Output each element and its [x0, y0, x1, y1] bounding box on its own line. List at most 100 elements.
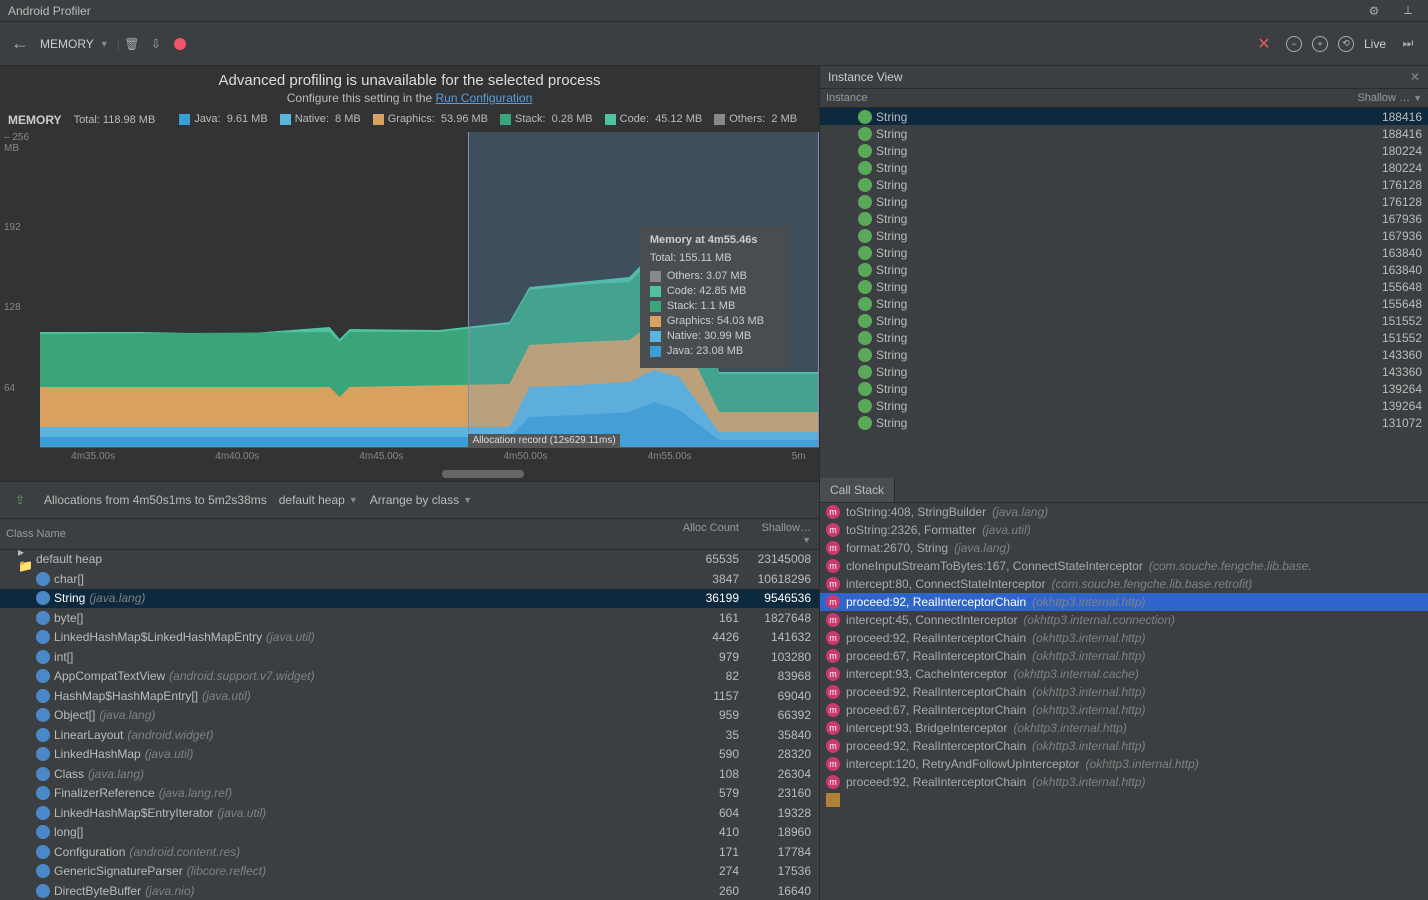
- table-row[interactable]: DirectByteBuffer (java.nio) 26016640: [0, 881, 819, 900]
- table-row[interactable]: LinkedHashMap$EntryIterator (java.util) …: [0, 803, 819, 823]
- instance-row[interactable]: String 163840: [820, 261, 1428, 278]
- memory-chart[interactable]: – 256 MB19212864 Allocation record (12s6…: [0, 132, 819, 467]
- col-instance[interactable]: Instance: [820, 89, 1348, 107]
- heap-selector[interactable]: default heap▼: [279, 493, 358, 507]
- close-panel-icon[interactable]: ✕: [1410, 70, 1420, 84]
- col-instance-shallow[interactable]: Shallow … ▼: [1348, 89, 1428, 107]
- table-row[interactable]: Object[] (java.lang) 95966392: [0, 706, 819, 726]
- call-stack-list: mtoString:408, StringBuilder (java.lang)…: [820, 503, 1428, 900]
- instance-row[interactable]: String 167936: [820, 210, 1428, 227]
- table-row[interactable]: ▸📁default heap 6553523145008: [0, 550, 819, 570]
- stack-frame[interactable]: mproceed:92, RealInterceptorChain (okhtt…: [820, 683, 1428, 701]
- go-to-live-icon[interactable]: ⏭: [1396, 32, 1420, 56]
- allocation-table: Class Name Alloc Count Shallow… ▼ ▸📁defa…: [0, 519, 819, 900]
- profiler-selector[interactable]: MEMORY▼: [32, 37, 117, 51]
- minimize-icon[interactable]: ⟂: [1396, 0, 1420, 23]
- instance-row[interactable]: String 188416: [820, 108, 1428, 125]
- instance-row[interactable]: String 155648: [820, 295, 1428, 312]
- table-row[interactable]: String (java.lang) 361999546536: [0, 589, 819, 609]
- legend-item: Others: 2 MB: [714, 113, 797, 125]
- window-title: Android Profiler: [8, 4, 91, 18]
- stack-frame[interactable]: mintercept:93, CacheInterceptor (okhttp3…: [820, 665, 1428, 683]
- tab-callstack[interactable]: Call Stack: [820, 478, 895, 502]
- stack-frame[interactable]: mintercept:93, BridgeInterceptor (okhttp…: [820, 719, 1428, 737]
- zoom-in-button[interactable]: +: [1312, 36, 1328, 52]
- stack-frame[interactable]: mformat:2670, String (java.lang): [820, 539, 1428, 557]
- toolbar: ← MEMORY▼ | 🗑 ⇩ ✕ − + ⟲ Live ⏭: [0, 22, 1428, 66]
- window-titlebar: Android Profiler ⚙ ⟂: [0, 0, 1428, 22]
- arrange-selector[interactable]: Arrange by class▼: [370, 493, 472, 507]
- timeline-scrollbar[interactable]: [0, 467, 819, 481]
- close-icon[interactable]: ✕: [1252, 32, 1276, 56]
- stack-frame[interactable]: mproceed:92, RealInterceptorChain (okhtt…: [820, 593, 1428, 611]
- instance-row[interactable]: String 176128: [820, 176, 1428, 193]
- table-row[interactable]: int[] 979103280: [0, 647, 819, 667]
- instance-row[interactable]: String 188416: [820, 125, 1428, 142]
- table-row[interactable]: LinkedHashMap$LinkedHashMapEntry (java.u…: [0, 628, 819, 648]
- live-button[interactable]: Live: [1364, 37, 1386, 51]
- instance-row[interactable]: String 180224: [820, 159, 1428, 176]
- instance-row[interactable]: String 180224: [820, 142, 1428, 159]
- allocation-title: Allocations from 4m50s1ms to 5m2s38ms: [44, 493, 267, 507]
- legend-item: Native: 8 MB: [280, 113, 361, 125]
- table-row[interactable]: char[] 384710618296: [0, 569, 819, 589]
- stack-frame[interactable]: mintercept:45, ConnectInterceptor (okhtt…: [820, 611, 1428, 629]
- stack-frame[interactable]: [820, 791, 1428, 809]
- legend-item: Graphics: 53.96 MB: [373, 113, 488, 125]
- instance-row[interactable]: String 163840: [820, 244, 1428, 261]
- profiling-banner: Advanced profiling is unavailable for th…: [0, 66, 819, 109]
- instance-row[interactable]: String 139264: [820, 380, 1428, 397]
- table-row[interactable]: Class (java.lang) 10826304: [0, 764, 819, 784]
- table-row[interactable]: AppCompatTextView (android.support.v7.wi…: [0, 667, 819, 687]
- run-config-link[interactable]: Run Configuration: [436, 91, 533, 105]
- stack-frame[interactable]: mintercept:120, RetryAndFollowUpIntercep…: [820, 755, 1428, 773]
- instance-row[interactable]: String 151552: [820, 329, 1428, 346]
- memory-header: MEMORY Total: 118.98 MB Java: 9.61 MBNat…: [0, 109, 819, 132]
- table-row[interactable]: HashMap$HashMapEntry[] (java.util) 11576…: [0, 686, 819, 706]
- export-icon[interactable]: ⇩: [144, 32, 168, 56]
- allocation-record-label: Allocation record (12s629.11ms): [468, 434, 619, 447]
- stack-frame[interactable]: mproceed:67, RealInterceptorChain (okhtt…: [820, 647, 1428, 665]
- instance-view-header: Instance View ✕: [820, 66, 1428, 89]
- zoom-reset-button[interactable]: ⟲: [1338, 36, 1354, 52]
- stack-frame[interactable]: mproceed:92, RealInterceptorChain (okhtt…: [820, 737, 1428, 755]
- gear-icon[interactable]: ⚙: [1362, 0, 1386, 23]
- instance-row[interactable]: String 176128: [820, 193, 1428, 210]
- table-row[interactable]: LinkedHashMap (java.util) 59028320: [0, 745, 819, 765]
- callstack-tabs: Call Stack: [820, 478, 1428, 503]
- instance-row[interactable]: String 167936: [820, 227, 1428, 244]
- table-row[interactable]: LinearLayout (android.widget) 3535840: [0, 725, 819, 745]
- zoom-out-button[interactable]: −: [1286, 36, 1302, 52]
- col-alloc-count[interactable]: Alloc Count: [675, 519, 747, 549]
- table-row[interactable]: GenericSignatureParser (libcore.reflect)…: [0, 862, 819, 882]
- trash-icon[interactable]: 🗑: [120, 32, 144, 56]
- stack-frame[interactable]: mtoString:408, StringBuilder (java.lang): [820, 503, 1428, 521]
- stack-frame[interactable]: mproceed:67, RealInterceptorChain (okhtt…: [820, 701, 1428, 719]
- banner-heading: Advanced profiling is unavailable for th…: [0, 72, 819, 89]
- stack-frame[interactable]: mtoString:2326, Formatter (java.util): [820, 521, 1428, 539]
- stack-frame[interactable]: mproceed:92, RealInterceptorChain (okhtt…: [820, 773, 1428, 791]
- instance-row[interactable]: String 143360: [820, 363, 1428, 380]
- col-shallow[interactable]: Shallow… ▼: [747, 519, 819, 549]
- col-classname[interactable]: Class Name: [0, 519, 675, 549]
- instance-row[interactable]: String 155648: [820, 278, 1428, 295]
- memory-tooltip: Memory at 4m55.46s Total: 155.11 MB Othe…: [640, 226, 790, 368]
- legend-item: Java: 9.61 MB: [179, 113, 267, 125]
- instance-row[interactable]: String 143360: [820, 346, 1428, 363]
- table-row[interactable]: byte[] 1611827648: [0, 608, 819, 628]
- table-row[interactable]: Configuration (android.content.res) 1711…: [0, 842, 819, 862]
- table-row[interactable]: long[] 41018960: [0, 823, 819, 843]
- instance-row[interactable]: String 151552: [820, 312, 1428, 329]
- legend-item: Code: 45.12 MB: [605, 113, 703, 125]
- instance-row[interactable]: String 139264: [820, 397, 1428, 414]
- export-allocation-icon[interactable]: ⇪: [8, 488, 32, 512]
- legend-item: Stack: 0.28 MB: [500, 113, 593, 125]
- back-button[interactable]: ←: [8, 32, 32, 56]
- record-button[interactable]: [168, 32, 192, 56]
- stack-frame[interactable]: mintercept:80, ConnectStateInterceptor (…: [820, 575, 1428, 593]
- instance-row[interactable]: String 131072: [820, 414, 1428, 431]
- stack-frame[interactable]: mcloneInputStreamToBytes:167, ConnectSta…: [820, 557, 1428, 575]
- allocation-toolbar: ⇪ Allocations from 4m50s1ms to 5m2s38ms …: [0, 481, 819, 519]
- stack-frame[interactable]: mproceed:92, RealInterceptorChain (okhtt…: [820, 629, 1428, 647]
- table-row[interactable]: FinalizerReference (java.lang.ref) 57923…: [0, 784, 819, 804]
